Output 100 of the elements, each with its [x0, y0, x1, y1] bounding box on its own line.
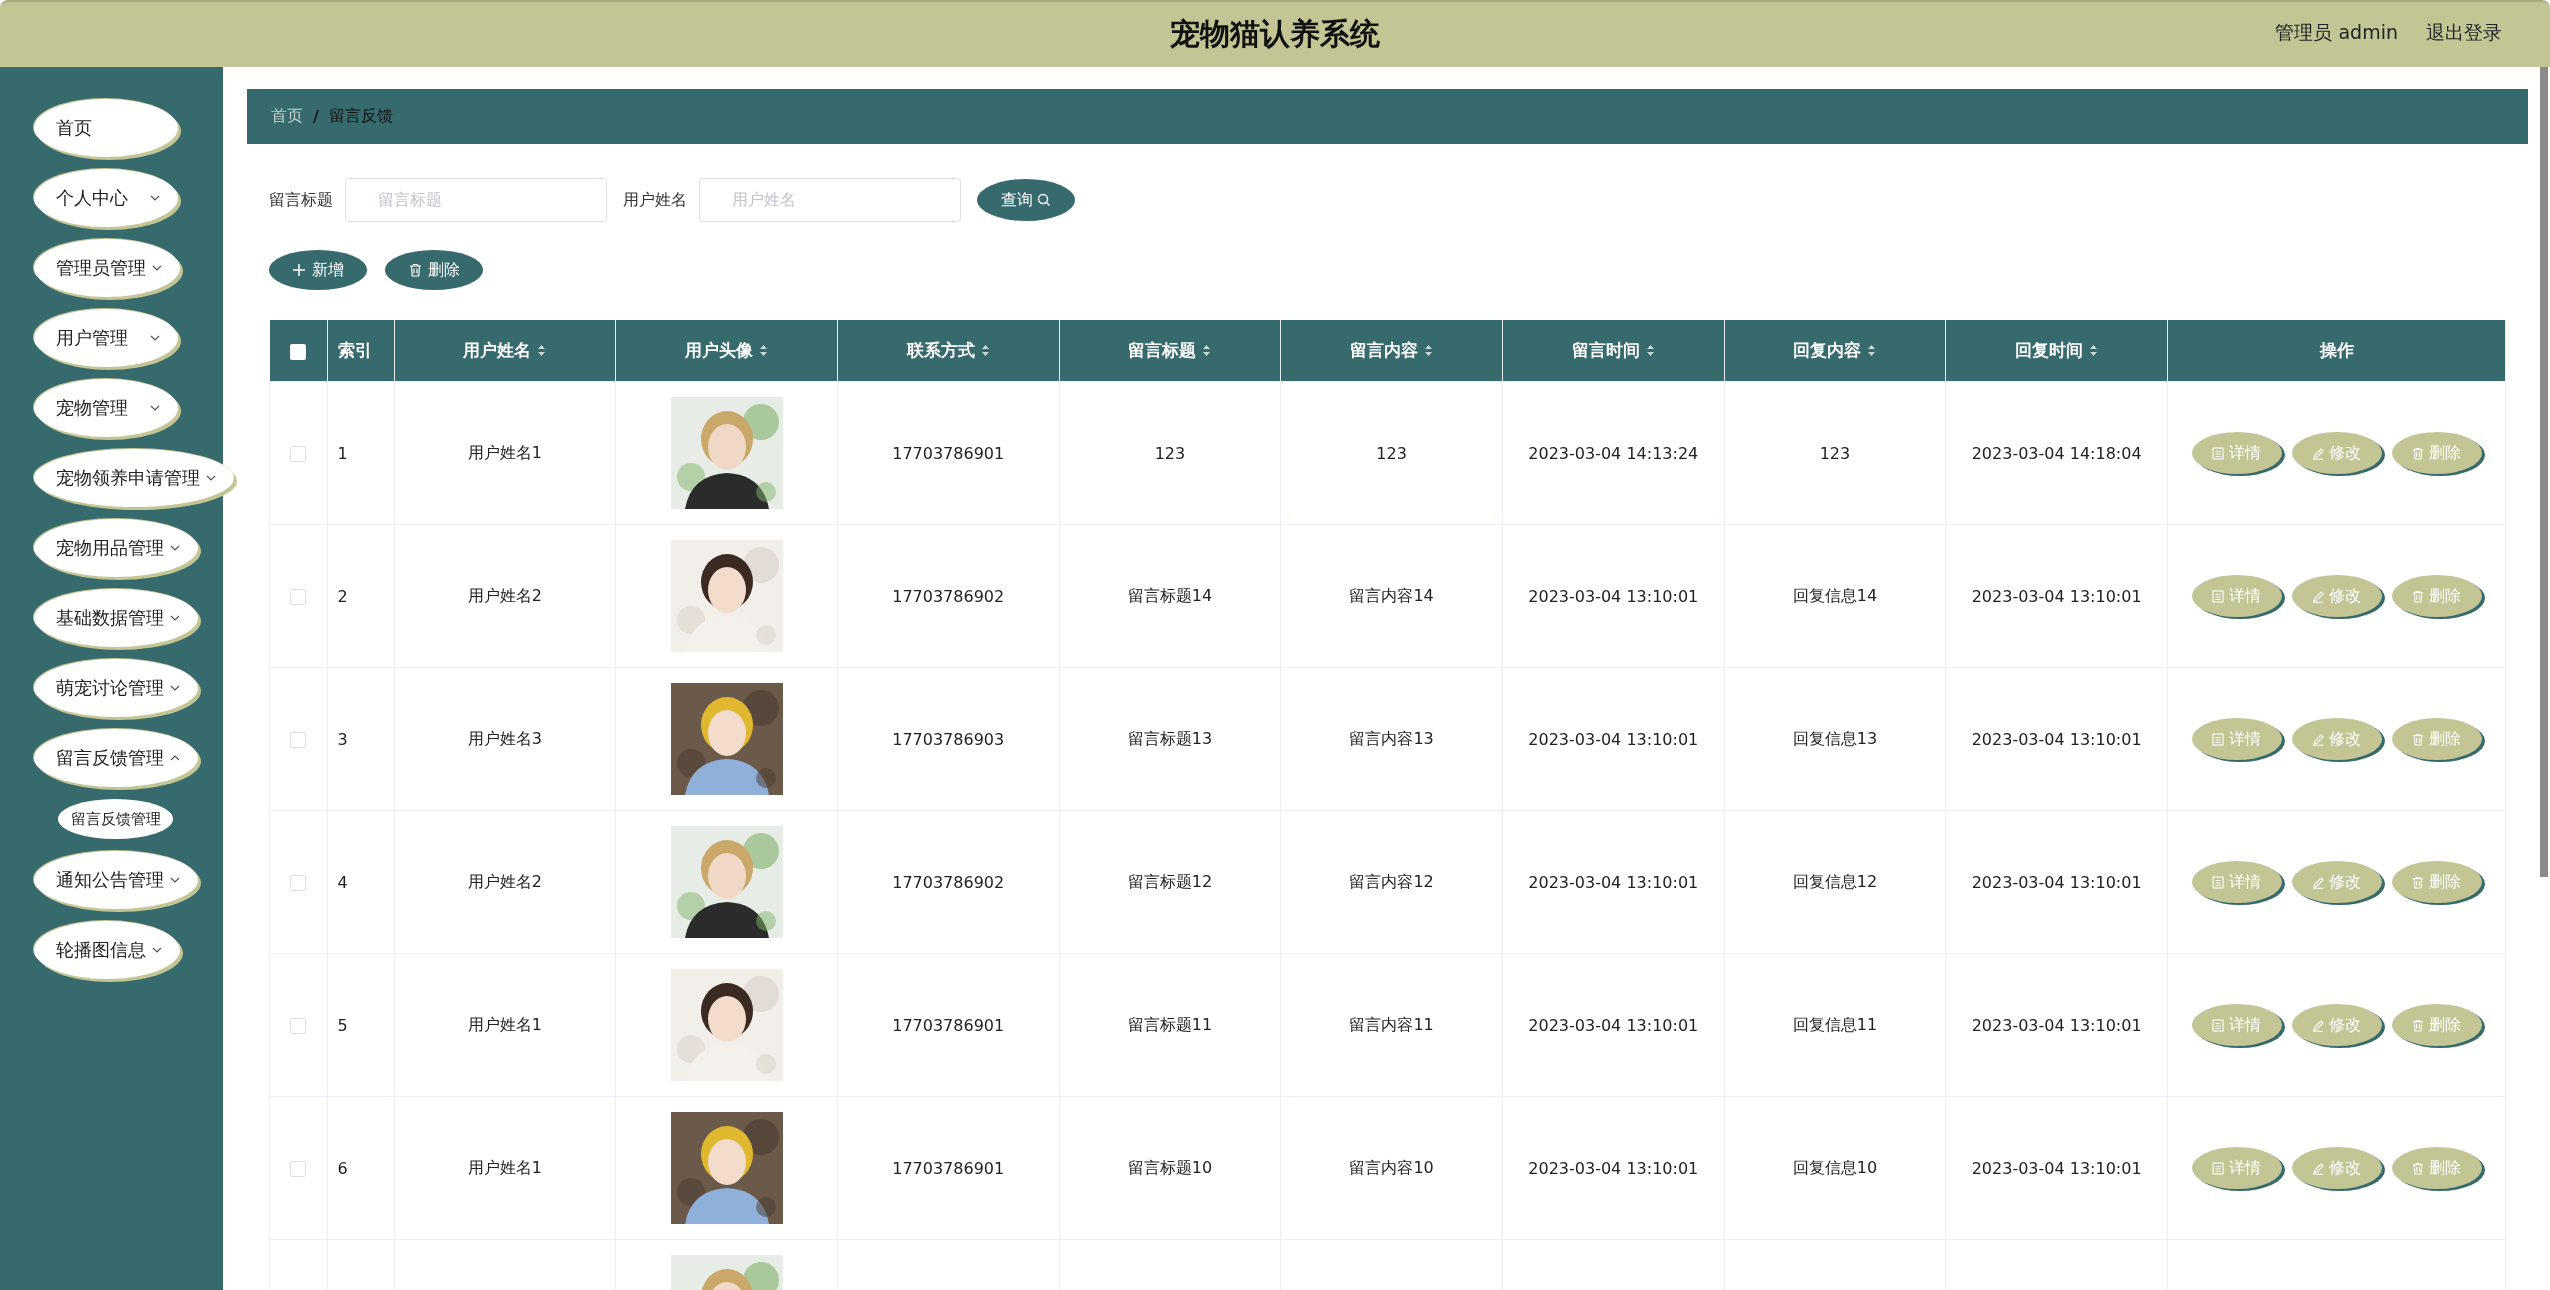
table-cell: 2023-03-04 13:10:01	[1971, 1158, 2142, 1178]
breadcrumb-separator: /	[313, 107, 319, 126]
column-header[interactable]: 留言内容	[1280, 320, 1503, 382]
pencil-icon	[2312, 589, 2324, 603]
row-checkbox[interactable]	[290, 589, 307, 605]
column-header[interactable]: 留言时间	[1502, 320, 1725, 382]
trash-icon	[2412, 875, 2424, 889]
table-cell: 1	[337, 443, 348, 463]
trash-icon	[2412, 732, 2424, 746]
table-cell: 2023-03-04 14:18:04	[1971, 443, 2142, 463]
table-cell: 17703786902	[892, 586, 1005, 606]
table-cell: 留言内容11	[1349, 1014, 1434, 1034]
breadcrumb-item[interactable]: 首页	[271, 106, 303, 127]
row-checkbox[interactable]	[290, 875, 307, 891]
table-cell: 5	[337, 1015, 348, 1035]
delete-button[interactable]: 删除	[385, 250, 483, 290]
search-field[interactable]: 留言标题	[345, 178, 607, 222]
table-cell: 留言标题14	[1127, 585, 1213, 605]
row-checkbox[interactable]	[290, 446, 307, 462]
sort-icon	[1202, 344, 1212, 357]
table-cell: 用户姓名2	[467, 871, 542, 891]
pencil-icon	[2312, 875, 2324, 889]
search-field[interactable]: 用户姓名	[699, 178, 961, 222]
menu-item[interactable]: 宠物领养申请管理	[34, 449, 234, 507]
add-button[interactable]: 新增	[269, 250, 367, 290]
sort-icon	[537, 344, 547, 357]
table-cell: 17703786901	[892, 443, 1005, 463]
chevron-icon	[150, 195, 160, 201]
sort-icon	[759, 344, 769, 357]
menu-item[interactable]: 轮播图信息	[34, 921, 180, 979]
menu-item[interactable]: 用户管理	[34, 309, 178, 367]
menu-item[interactable]: 通知公告管理	[34, 851, 198, 909]
row-checkbox[interactable]	[290, 1161, 307, 1177]
menu-item[interactable]: 留言反馈管理	[34, 729, 198, 787]
menu-item[interactable]: 首页	[34, 99, 178, 157]
column-header[interactable]: 联系方式	[837, 320, 1060, 382]
row-checkbox[interactable]	[290, 732, 307, 748]
document-icon	[2212, 732, 2224, 746]
field-label: 用户姓名	[623, 189, 687, 211]
select-all-checkbox[interactable]	[290, 343, 306, 360]
table-cell: 回复信息14	[1792, 585, 1878, 605]
column-header[interactable]: 用户头像	[615, 320, 838, 382]
chevron-icon	[170, 877, 180, 883]
menu-item[interactable]: 宠物管理	[34, 379, 178, 437]
table-cell: 17703786901	[892, 1015, 1005, 1035]
table-cell: 回复信息12	[1792, 871, 1878, 891]
chevron-icon	[170, 755, 180, 761]
table-cell: 2023-03-04 13:10:01	[1971, 729, 2142, 749]
table-cell: 用户姓名1	[467, 442, 542, 462]
logout-link[interactable]: 退出登录	[2426, 20, 2502, 46]
document-icon	[2212, 589, 2224, 603]
table-cell: 回复信息11	[1792, 1014, 1878, 1034]
document-icon	[2212, 1018, 2224, 1032]
table-cell: 2	[337, 586, 348, 606]
pencil-icon	[2312, 1161, 2324, 1175]
column-header[interactable]: 回复时间	[1945, 320, 2168, 382]
table-cell: 留言内容12	[1349, 871, 1434, 891]
table-cell: 2023-03-04 13:10:01	[1528, 1158, 1699, 1178]
table-cell: 留言标题13	[1127, 728, 1213, 748]
table-cell: 用户姓名1	[467, 1157, 542, 1177]
column-header[interactable]: 留言标题	[1059, 320, 1281, 382]
column-header[interactable]: 用户姓名	[394, 320, 616, 382]
app-title: 宠物猫认养系统	[1170, 15, 1380, 53]
sort-icon	[1424, 344, 1434, 357]
table-cell: 回复信息10	[1792, 1157, 1878, 1177]
trash-icon	[2412, 1161, 2424, 1175]
menu-item[interactable]: 宠物用品管理	[34, 519, 198, 577]
menu-item[interactable]: 萌宠讨论管理	[34, 659, 198, 717]
table-cell: 2023-03-04 13:10:01	[1971, 586, 2142, 606]
menu-item[interactable]: 基础数据管理	[34, 589, 198, 647]
table-cell: 回复信息13	[1792, 728, 1878, 748]
table-cell: 17703786902	[892, 872, 1005, 892]
plus-icon	[292, 263, 306, 277]
sort-icon	[1867, 344, 1877, 357]
table-cell: 123	[1376, 443, 1407, 463]
table-cell: 2023-03-04 13:10:01	[1528, 729, 1699, 749]
chevron-icon	[170, 685, 180, 691]
table-cell: 用户姓名1	[467, 1014, 542, 1034]
chevron-icon	[152, 265, 162, 271]
table-cell: 2023-03-04 13:10:01	[1528, 1015, 1699, 1035]
column-header[interactable]: 回复内容	[1724, 320, 1946, 382]
submenu-item[interactable]: 留言反馈管理	[58, 799, 173, 839]
search-button[interactable]: 查询	[977, 179, 1075, 221]
pencil-icon	[2312, 1018, 2324, 1032]
menu-item[interactable]: 个人中心	[34, 169, 178, 227]
trash-icon	[2412, 589, 2424, 603]
table-cell: 2023-03-04 13:10:01	[1528, 586, 1699, 606]
row-checkbox[interactable]	[290, 1018, 307, 1034]
document-icon	[2212, 1161, 2224, 1175]
table-cell: 2023-03-04 13:10:01	[1971, 872, 2142, 892]
menu-item[interactable]: 管理员管理	[34, 239, 180, 297]
chevron-icon	[206, 475, 216, 481]
chevron-icon	[170, 545, 180, 551]
pencil-icon	[2312, 446, 2324, 460]
table-cell: 2023-03-04 13:10:01	[1528, 872, 1699, 892]
table-cell: 2023-03-04 13:10:01	[1971, 1015, 2142, 1035]
chevron-icon	[150, 335, 160, 341]
table-cell: 3	[337, 729, 348, 749]
document-icon	[2212, 446, 2224, 460]
table-cell: 17703786901	[892, 1158, 1005, 1178]
